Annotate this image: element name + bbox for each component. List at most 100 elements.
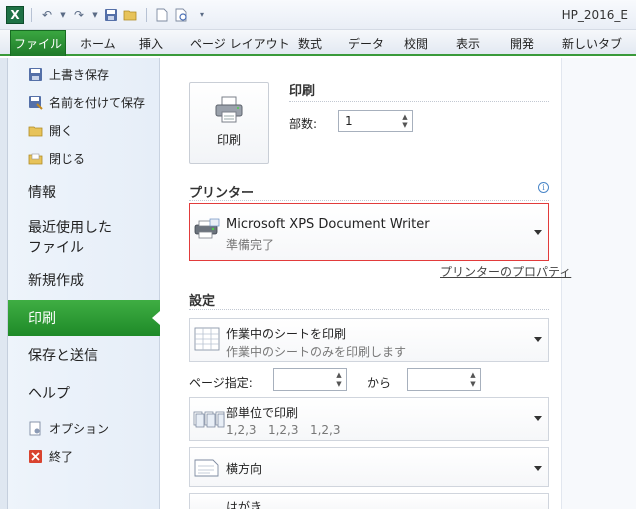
tab-home[interactable]: ホーム [80,35,116,52]
quick-access-toolbar: X ↶ ▼ ↷ ▼ ▾ [0,5,210,24]
nav-label: 名前を付けて保存 [49,95,146,110]
collate-sub: 1,2,3 1,2,3 1,2,3 [226,423,341,437]
tab-file[interactable]: ファイル [10,30,66,56]
print-button[interactable]: 印刷 [189,82,269,164]
sheet-edge [0,58,8,509]
print-button-label: 印刷 [216,133,241,147]
tab-review[interactable]: 校閲 [404,35,428,52]
window-title: HP_2016_E [561,8,628,22]
chevron-down-icon [534,337,542,342]
printer-section-title: プリンター [189,186,255,201]
orientation-label: 横方向 [226,462,263,476]
copies-stepper[interactable]: 1 ▲ ▼ [338,110,413,132]
options-icon [28,421,43,436]
nav-label: オプション [49,421,110,436]
print-what-main: 作業中のシートを印刷 [226,327,347,341]
tab-new[interactable]: 新しいタブ [562,35,622,52]
nav-save-send[interactable]: 保存と送信 [28,346,98,366]
save-icon[interactable] [103,7,119,23]
info-icon[interactable]: i [538,182,549,193]
chevron-down-icon[interactable]: ▼ [91,7,99,23]
customize-qat-icon[interactable]: ▾ [194,7,210,23]
nav-recent-line1[interactable]: 最近使用した [28,218,112,238]
chevron-down-icon [534,230,542,235]
tab-formulas[interactable]: 数式 [298,35,322,52]
print-preview-icon[interactable] [174,7,190,23]
ribbon-tab-row: ファイル ホーム 挿入 ページ レイアウト 数式 データ 校閲 表示 開発 新し… [0,30,636,56]
nav-new[interactable]: 新規作成 [28,271,84,291]
copies-label: 部数: [289,117,318,131]
save-icon [28,67,43,82]
pages-to-label: から [367,376,392,390]
settings-section-title: 設定 [189,294,216,309]
nav-info[interactable]: 情報 [28,183,56,203]
open-folder-icon[interactable] [123,7,139,23]
printer-device-icon [194,218,220,243]
spin-down-icon[interactable]: ▼ [400,121,410,129]
nav-open[interactable]: 開く [28,119,73,141]
print-what-dropdown[interactable]: 作業中のシートを印刷 作業中のシートのみを印刷します [189,318,549,362]
close-folder-icon [28,151,43,166]
chevron-down-icon [534,416,542,421]
open-folder-icon [28,123,43,138]
separator [146,7,147,22]
nav-save[interactable]: 上書き保存 [28,63,109,85]
pages-label: ページ指定: [189,376,253,390]
spin-down-icon[interactable]: ▼ [334,380,344,388]
nav-help[interactable]: ヘルプ [28,384,70,404]
nav-options[interactable]: オプション [28,417,109,439]
paper-size-label: はがき [226,500,263,509]
nav-label: 開く [49,123,74,138]
copies-value: 1 [345,114,353,128]
nav-label: 上書き保存 [49,67,110,82]
print-section-title: 印刷 [289,84,316,99]
separator [31,7,32,22]
undo-icon[interactable]: ↶ [39,7,55,23]
redo-icon[interactable]: ↷ [71,7,87,23]
spin-up-icon[interactable]: ▲ [468,371,478,379]
printer-properties-link[interactable]: プリンターのプロパティ [440,263,571,280]
tab-page-layout[interactable]: ページ レイアウト [190,35,290,52]
excel-logo-icon[interactable]: X [6,5,24,24]
chevron-down-icon[interactable]: ▼ [59,7,67,23]
title-bar: X ↶ ▼ ↷ ▼ ▾ HP_2016_E [0,0,636,30]
sheet-icon [194,327,220,354]
spin-up-icon[interactable]: ▲ [334,371,344,379]
print-what-sub: 作業中のシートのみを印刷します [226,345,407,359]
exit-icon [28,449,43,464]
collate-main: 部単位で印刷 [226,406,299,420]
divider [189,200,549,201]
tab-insert[interactable]: 挿入 [139,35,163,52]
nav-recent-line2[interactable]: ファイル [28,238,84,258]
selected-arrow [152,311,160,325]
printer-dropdown[interactable]: Microsoft XPS Document Writer 準備完了 [189,203,549,261]
paper-size-dropdown[interactable]: はがき [189,493,549,509]
nav-print[interactable]: 印刷 [8,300,160,336]
tab-developer[interactable]: 開発 [510,35,534,52]
save-as-icon [28,95,43,110]
spin-up-icon[interactable]: ▲ [400,113,410,121]
preview-area [561,58,636,509]
printer-name: Microsoft XPS Document Writer [226,217,430,232]
pages-from-stepper[interactable]: ▲ ▼ [273,368,347,391]
orientation-dropdown[interactable]: 横方向 [189,447,549,487]
nav-label: 閉じる [49,151,86,166]
pages-to-stepper[interactable]: ▲ ▼ [407,368,481,391]
nav-label: 終了 [49,449,74,464]
new-doc-icon[interactable] [154,7,170,23]
nav-save-as[interactable]: 名前を付けて保存 [28,91,145,113]
chevron-down-icon [534,466,542,471]
collate-icon [193,410,225,431]
tab-view[interactable]: 表示 [456,35,480,52]
printer-icon [214,95,244,123]
landscape-icon [194,458,220,481]
collate-dropdown[interactable]: 部単位で印刷 1,2,3 1,2,3 1,2,3 [189,397,549,441]
divider [189,309,549,310]
printer-status: 準備完了 [226,238,275,252]
spin-down-icon[interactable]: ▼ [468,380,478,388]
nav-close[interactable]: 閉じる [28,147,85,169]
nav-exit[interactable]: 終了 [28,445,73,467]
nav-print-label: 印刷 [28,311,56,327]
divider [289,101,549,102]
tab-data[interactable]: データ [348,35,384,52]
